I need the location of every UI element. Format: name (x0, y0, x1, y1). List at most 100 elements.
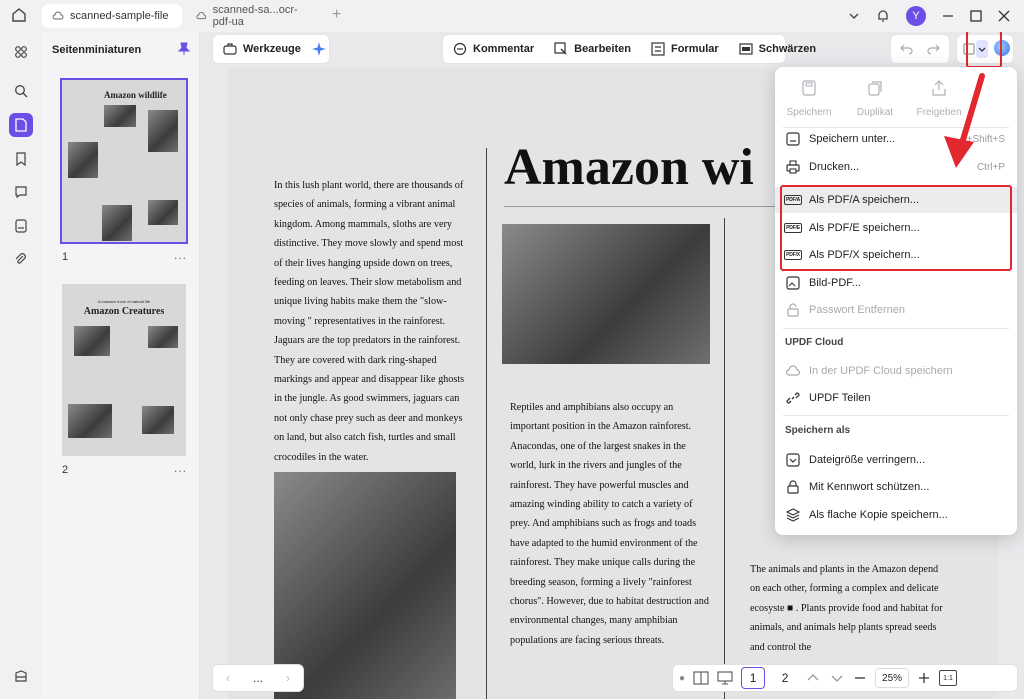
search-button[interactable] (9, 79, 33, 103)
menu-remove-password[interactable]: Passwort Entfernen (775, 297, 1017, 323)
printer-icon (786, 160, 800, 174)
edit-icon (554, 42, 567, 55)
title-bar: scanned-sample-file scanned-sa...ocr-pdf… (0, 0, 1024, 32)
zoom-level[interactable]: 25% (875, 668, 910, 688)
zoom-in-icon[interactable] (917, 671, 931, 685)
document-stack-icon (15, 219, 27, 233)
chevron-down-icon[interactable] (829, 671, 845, 685)
chevron-up-icon[interactable] (805, 671, 821, 685)
new-tab-button[interactable]: + (332, 6, 341, 24)
menu-print-label: Drucken... (809, 161, 860, 173)
thumbnail-page-number: 1 (62, 251, 69, 263)
thumbnail-image (68, 404, 112, 438)
menu-reduce-size-label: Dateigröße verringern... (809, 454, 926, 466)
comment-button[interactable]: Kommentar (443, 34, 544, 64)
search-icon (15, 85, 28, 98)
paragraph-col1: In this lush plant world, there are thou… (274, 180, 465, 463)
more-button[interactable]: ... (243, 671, 273, 685)
grid-view-button[interactable] (9, 40, 33, 64)
form-label: Formular (670, 43, 719, 55)
redact-button[interactable]: Schwärzen (729, 34, 826, 64)
tab-scanned-sample-file[interactable]: scanned-sample-file (42, 4, 182, 28)
bookmark-icon (16, 152, 26, 166)
page-scroller: ‹ ... › (212, 664, 304, 692)
thumbnails-title: Seitenminiaturen (52, 44, 142, 56)
menu-flat-copy-label: Als flache Kopie speichern... (809, 509, 948, 521)
compress-icon (786, 453, 800, 467)
thumbnails-panel: Seitenminiaturen Amazon wildlife 1 ... A… (42, 32, 200, 699)
toolbox-icon (223, 43, 237, 55)
paperclip-icon (15, 253, 26, 264)
form-button[interactable]: Formular (641, 34, 729, 64)
link-icon (786, 392, 800, 404)
annotation-highlight-rect (780, 185, 1012, 271)
thumbnail-image (104, 105, 136, 127)
annotation-highlight-box (966, 32, 1002, 68)
reading-mode-icon[interactable] (693, 671, 709, 685)
tools-button[interactable]: Werkzeuge (213, 34, 311, 64)
thumbnails-button[interactable] (9, 113, 33, 137)
comment-icon (15, 186, 27, 199)
zoom-out-icon[interactable] (853, 671, 867, 685)
menu-separator (783, 415, 1009, 416)
attachments-panel-button[interactable] (9, 214, 33, 238)
previous-icon[interactable]: ‹ (213, 671, 243, 685)
chevron-down-icon[interactable] (848, 10, 860, 22)
thumbnail-more-button[interactable]: ... (174, 461, 187, 475)
tab-scanned-ocr-pdf-ua[interactable]: scanned-sa...ocr-pdf-ua (186, 4, 326, 28)
main-toolbar: Werkzeuge Kommentar Bearbeiten Formular … (200, 32, 1024, 68)
menu-updf-share-label: UPDF Teilen (809, 392, 871, 404)
menu-save-label: Speichern (786, 107, 832, 118)
collapse-icon[interactable]: ● (679, 673, 685, 684)
page-icon (15, 118, 27, 132)
presentation-icon[interactable] (717, 671, 733, 685)
attachment-button[interactable] (9, 248, 33, 272)
avatar[interactable]: Y (906, 6, 926, 26)
redo-icon[interactable] (926, 42, 940, 56)
thumbnail-heading: Amazon wildlife (104, 90, 167, 100)
thumbnail-image (68, 142, 98, 178)
menu-duplicate[interactable]: Duplikat (843, 79, 907, 118)
thumbnail-more-button[interactable]: ... (174, 248, 187, 262)
menu-password-protect-label: Mit Kennwort schützen... (809, 481, 930, 493)
undo-icon[interactable] (900, 42, 914, 56)
menu-section-cloud: UPDF Cloud (785, 337, 844, 348)
thumbnail-kicker: A massive trove of natural life (97, 299, 151, 304)
ai-sparkle-icon[interactable] (311, 41, 327, 57)
tools-group: Werkzeuge (212, 34, 330, 64)
cloud-upload-icon (786, 365, 800, 376)
menu-reduce-size[interactable]: Dateigröße verringern... (775, 447, 1017, 473)
actual-size-icon[interactable]: 1:1 (939, 670, 958, 686)
menu-password-protect[interactable]: Mit Kennwort schützen... (775, 474, 1017, 500)
bell-icon[interactable] (876, 9, 890, 23)
menu-image-pdf[interactable]: Bild-PDF... (775, 270, 1017, 296)
comment-label: Kommentar (473, 43, 535, 55)
page-navigation-bar: ● 1 2 25% 1:1 (672, 664, 1018, 692)
page-1-button[interactable]: 1 (741, 667, 766, 689)
column-divider (724, 218, 725, 699)
menu-flat-copy[interactable]: Als flache Kopie speichern... (775, 502, 1017, 528)
thumbnail-image (142, 406, 174, 434)
edit-button[interactable]: Bearbeiten (544, 34, 641, 64)
thumbnail-page-number: 2 (62, 464, 69, 476)
close-icon[interactable] (998, 10, 1010, 22)
maximize-icon[interactable] (970, 10, 982, 22)
menu-save[interactable]: Speichern (777, 79, 841, 118)
minimize-icon[interactable] (942, 10, 954, 22)
pin-icon[interactable] (178, 42, 190, 56)
page-thumbnail-2[interactable]: A massive trove of natural life Amazon C… (62, 284, 186, 456)
comments-button[interactable] (9, 180, 33, 204)
column-divider (486, 148, 487, 699)
owl-image (502, 224, 710, 364)
menu-cloud-save-label: In der UPDF Cloud speichern (809, 365, 953, 377)
layers-button[interactable] (9, 664, 33, 688)
edit-label: Bearbeiten (574, 43, 631, 55)
menu-cloud-save[interactable]: In der UPDF Cloud speichern (775, 358, 1017, 384)
bookmarks-button[interactable] (9, 147, 33, 171)
next-icon[interactable]: › (273, 671, 303, 685)
home-button[interactable] (10, 6, 32, 26)
menu-updf-share[interactable]: UPDF Teilen (775, 385, 1017, 411)
edit-tools-group: Kommentar Bearbeiten Formular Schwärzen (442, 34, 816, 64)
page-thumbnail-1[interactable]: Amazon wildlife (60, 78, 188, 244)
page-2-button[interactable]: 2 (773, 667, 797, 689)
